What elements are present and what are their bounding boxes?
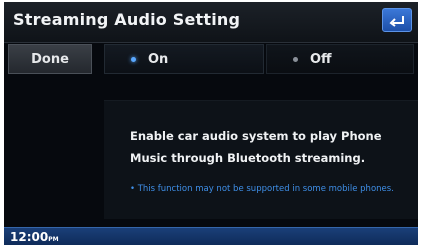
audio-setting-screen: Streaming Audio Setting Done On Off Enab… — [4, 2, 418, 245]
content-panel: Enable car audio system to play Phone Mu… — [104, 100, 418, 219]
clock: 12:00PM — [10, 230, 59, 244]
clock-ampm: PM — [48, 236, 59, 243]
description-text: Enable car audio system to play Phone Mu… — [130, 129, 382, 165]
clock-time: 12:00 — [10, 230, 49, 244]
back-arrow-icon — [388, 13, 406, 27]
back-button[interactable] — [382, 8, 412, 32]
option-off-label: Off — [310, 51, 332, 67]
option-on-label: On — [148, 51, 169, 67]
done-button[interactable]: Done — [8, 44, 92, 74]
status-bar: 12:00PM — [4, 227, 418, 245]
options-row: Done On Off — [4, 42, 418, 76]
compatibility-note: • This function may not be supported in … — [130, 184, 394, 194]
option-off[interactable]: Off — [266, 44, 414, 74]
unselected-indicator-icon — [293, 56, 298, 62]
page-title: Streaming Audio Setting — [13, 10, 241, 29]
title-bar: Streaming Audio Setting — [4, 2, 418, 43]
selected-indicator-icon — [131, 56, 136, 62]
option-on[interactable]: On — [104, 44, 264, 74]
